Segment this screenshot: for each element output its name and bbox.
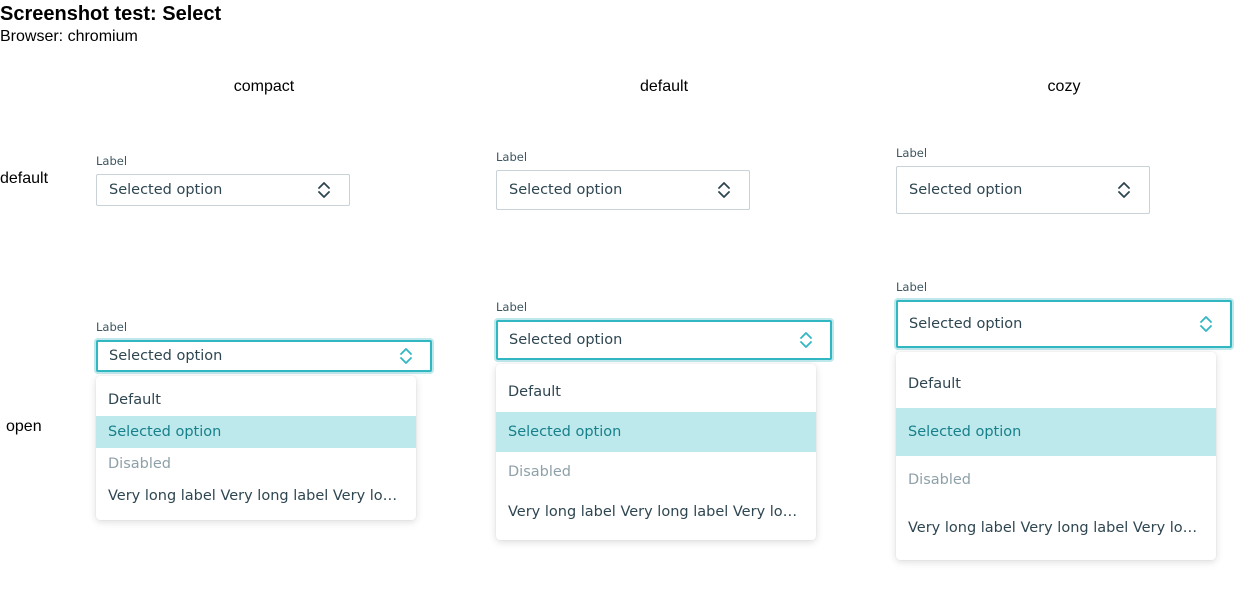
column-header-compact: compact (233, 78, 295, 95)
field-label: Label (896, 146, 928, 160)
options-menu: Default Selected option Disabled Very lo… (896, 352, 1216, 560)
row-header-default: default (0, 170, 49, 187)
option-disabled: Disabled (508, 464, 571, 480)
select-cozy[interactable]: Selected option (896, 166, 1150, 214)
option-selected[interactable]: Selected option (96, 416, 416, 448)
select-field-default-open: Label Selected option Default Selected o… (496, 300, 832, 540)
select-value: Selected option (109, 348, 223, 364)
chevron-up-down-icon (799, 330, 813, 350)
option-disabled: Disabled (908, 472, 971, 488)
chevron-up-down-icon (317, 180, 331, 200)
select-value: Selected option (909, 182, 1023, 198)
select-value: Selected option (509, 182, 623, 198)
select-value: Selected option (509, 332, 623, 348)
field-label: Label (496, 300, 528, 314)
field-label: Label (96, 320, 128, 334)
options-menu: Default Selected option Disabled Very lo… (96, 376, 416, 520)
option-long-label[interactable]: Very long label Very long label Very lon… (96, 480, 416, 512)
select-compact-open[interactable]: Selected option (96, 340, 432, 372)
select-default-open[interactable]: Selected option (496, 320, 832, 360)
option-selected[interactable]: Selected option (896, 408, 1216, 456)
field-label: Label (496, 150, 528, 164)
select-compact[interactable]: Selected option (96, 174, 350, 206)
select-default[interactable]: Selected option (496, 170, 750, 210)
select-field-compact-open: Label Selected option Default Selected o… (96, 320, 432, 520)
column-header-cozy: cozy (1047, 78, 1081, 95)
option-default[interactable]: Default (496, 372, 816, 412)
select-cozy-open[interactable]: Selected option (896, 300, 1232, 348)
option-disabled: Disabled (108, 456, 171, 472)
page-subtitle: Browser: chromium (0, 28, 138, 45)
option-default[interactable]: Default (96, 384, 416, 416)
option-long-label[interactable]: Very long label Very long label Very lon… (896, 504, 1216, 552)
options-menu: Default Selected option Disabled Very lo… (496, 364, 816, 540)
page-title: Screenshot test: Select (0, 3, 222, 25)
field-label: Label (896, 280, 928, 294)
column-header-default: default (639, 78, 689, 95)
chevron-up-down-icon (399, 346, 413, 366)
option-selected[interactable]: Selected option (496, 412, 816, 452)
option-long-label[interactable]: Very long label Very long label Very lon… (496, 492, 816, 532)
select-value: Selected option (909, 316, 1023, 332)
select-value: Selected option (109, 182, 223, 198)
select-field-cozy-default: Label Selected option (896, 146, 1150, 214)
field-label: Label (96, 154, 128, 168)
select-field-cozy-open: Label Selected option Default Selected o… (896, 280, 1232, 560)
select-field-compact-default: Label Selected option (96, 154, 350, 206)
select-field-default-default: Label Selected option (496, 150, 750, 210)
row-header-open: open (6, 418, 42, 435)
chevron-up-down-icon (1117, 180, 1131, 200)
option-default[interactable]: Default (896, 360, 1216, 408)
chevron-up-down-icon (717, 180, 731, 200)
chevron-up-down-icon (1199, 314, 1213, 334)
